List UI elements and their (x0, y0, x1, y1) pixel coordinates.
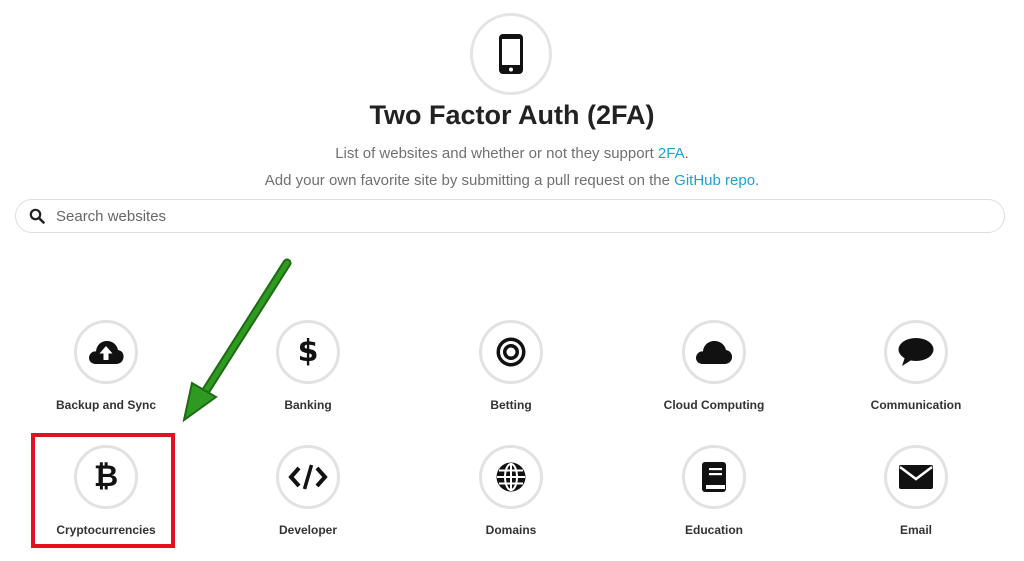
intro-end: . (684, 145, 689, 162)
contribute-end: . (755, 172, 760, 189)
dollar-icon: $ (297, 334, 319, 369)
category-domains[interactable]: Domains (431, 445, 591, 537)
category-label: Banking (284, 398, 332, 412)
category-education[interactable]: Education (634, 445, 794, 537)
category-banking[interactable]: $ Banking (228, 320, 388, 412)
category-backup-and-sync[interactable]: Backup and Sync (26, 320, 186, 412)
2fa-link[interactable]: 2FA (658, 145, 685, 162)
cloud-upload-icon (89, 341, 124, 364)
category-circle: $ (276, 320, 340, 384)
category-communication[interactable]: Communication (836, 320, 996, 412)
phone-logo (470, 13, 552, 95)
category-circle (682, 320, 746, 384)
search-icon (28, 207, 46, 225)
category-label: Cloud Computing (663, 398, 765, 412)
speech-bubble-icon (898, 338, 934, 366)
category-label: Developer (278, 523, 338, 537)
category-label: Domains (485, 523, 537, 537)
category-email[interactable]: Email (836, 445, 996, 537)
mobile-phone-icon (499, 34, 523, 74)
page-title: Two Factor Auth (2FA) (369, 100, 655, 130)
github-repo-link[interactable]: GitHub repo (674, 172, 755, 189)
search-bar[interactable] (15, 199, 1005, 233)
category-circle (276, 445, 340, 509)
category-label: Education (684, 523, 743, 537)
intro-line: List of websites and whether or not they… (0, 145, 1024, 162)
category-circle (479, 445, 543, 509)
category-circle (682, 445, 746, 509)
category-label: Communication (870, 398, 962, 412)
category-developer[interactable]: Developer (228, 445, 388, 537)
category-betting[interactable]: Betting (431, 320, 591, 412)
cloud-icon (696, 341, 733, 364)
category-cloud-computing[interactable]: Cloud Computing (634, 320, 794, 412)
code-icon (288, 464, 328, 490)
contribute-line: Add your own favorite site by submitting… (0, 172, 1024, 189)
category-circle (884, 445, 948, 509)
intro-text: List of websites and whether or not they… (335, 145, 658, 162)
category-circle (884, 320, 948, 384)
contribute-text: Add your own favorite site by submitting… (264, 172, 675, 189)
category-label: Email (899, 523, 932, 537)
category-circle (74, 320, 138, 384)
book-icon (702, 462, 726, 492)
category-label: Backup and Sync (55, 398, 157, 412)
category-circle (479, 320, 543, 384)
target-icon (496, 337, 526, 367)
highlight-box-annotation (31, 433, 175, 548)
search-input[interactable] (54, 201, 958, 231)
category-label: Betting (490, 398, 532, 412)
globe-icon (496, 462, 526, 492)
envelope-icon (899, 465, 933, 489)
